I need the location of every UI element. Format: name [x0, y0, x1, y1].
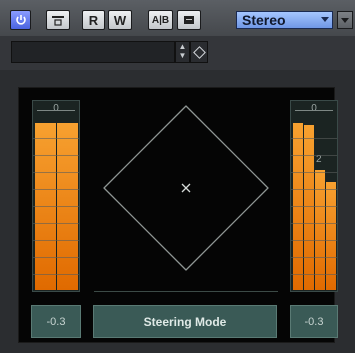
meter-right-zero-line [295, 110, 333, 111]
meter-left-zero-line [37, 110, 75, 111]
meter-left-segment-line [33, 240, 79, 241]
meter-right-segment-line [291, 155, 337, 156]
meter-right: 0 2 [290, 100, 338, 292]
meter-right-bar-1 [304, 125, 314, 290]
meter-right-zero-label: 0 [311, 103, 317, 114]
steering-mode-button[interactable]: Steering Mode [93, 305, 277, 338]
stepper-down-icon[interactable]: ▼ [176, 51, 189, 60]
preset-stepper[interactable]: ▲ ▼ [175, 41, 190, 63]
read-automation-button[interactable]: R [82, 10, 105, 30]
meter-left-segment-line [33, 138, 79, 139]
meter-left-segment-line [33, 172, 79, 173]
meter-right-segment-line [291, 172, 337, 173]
write-automation-button[interactable]: W [108, 10, 132, 30]
meter-left-segment-line [33, 223, 79, 224]
window-icon [52, 16, 64, 26]
ab-compare-button[interactable]: A|B [148, 10, 173, 30]
meter-right-segment-line [291, 274, 337, 275]
meter-left-segment-line [33, 189, 79, 190]
preset-menu-button[interactable] [190, 41, 208, 63]
crosshair-icon[interactable] [181, 183, 191, 193]
left-level-readout[interactable]: -0.3 [31, 305, 81, 338]
meter-left-segment-line [33, 274, 79, 275]
meter-right-segment-line [291, 189, 337, 190]
window-button[interactable] [46, 10, 70, 30]
output-select[interactable]: Stereo [236, 11, 333, 29]
meter-right-segment-line [291, 138, 337, 139]
meter-right-segment-line [291, 240, 337, 241]
menu-icon [184, 16, 194, 24]
output-select-value: Stereo [242, 12, 286, 28]
expand-button[interactable] [337, 11, 353, 29]
meter-right-segment-line [291, 223, 337, 224]
power-button[interactable] [10, 10, 31, 30]
plugin-toolbar: R W A|B Stereo [0, 0, 355, 36]
meter-right-segment-line [291, 257, 337, 258]
right-level-readout[interactable]: -0.3 [290, 305, 338, 338]
steering-pad[interactable] [92, 100, 280, 275]
menu-button[interactable] [177, 10, 201, 30]
meter-right-bar-2 [315, 170, 325, 290]
preset-name-field[interactable] [11, 41, 175, 63]
meter-left-segment-line [33, 155, 79, 156]
meter-right-segment-line [291, 206, 337, 207]
steering-divider [94, 291, 278, 292]
meter-left-segment-line [33, 257, 79, 258]
meter-left-zero-label: 0 [53, 103, 59, 114]
power-icon [15, 15, 26, 25]
meter-left-segment-line [33, 206, 79, 207]
meter-left: 0 [32, 100, 80, 292]
stepper-up-icon[interactable]: ▲ [176, 42, 189, 51]
chevron-down-icon [321, 17, 329, 22]
